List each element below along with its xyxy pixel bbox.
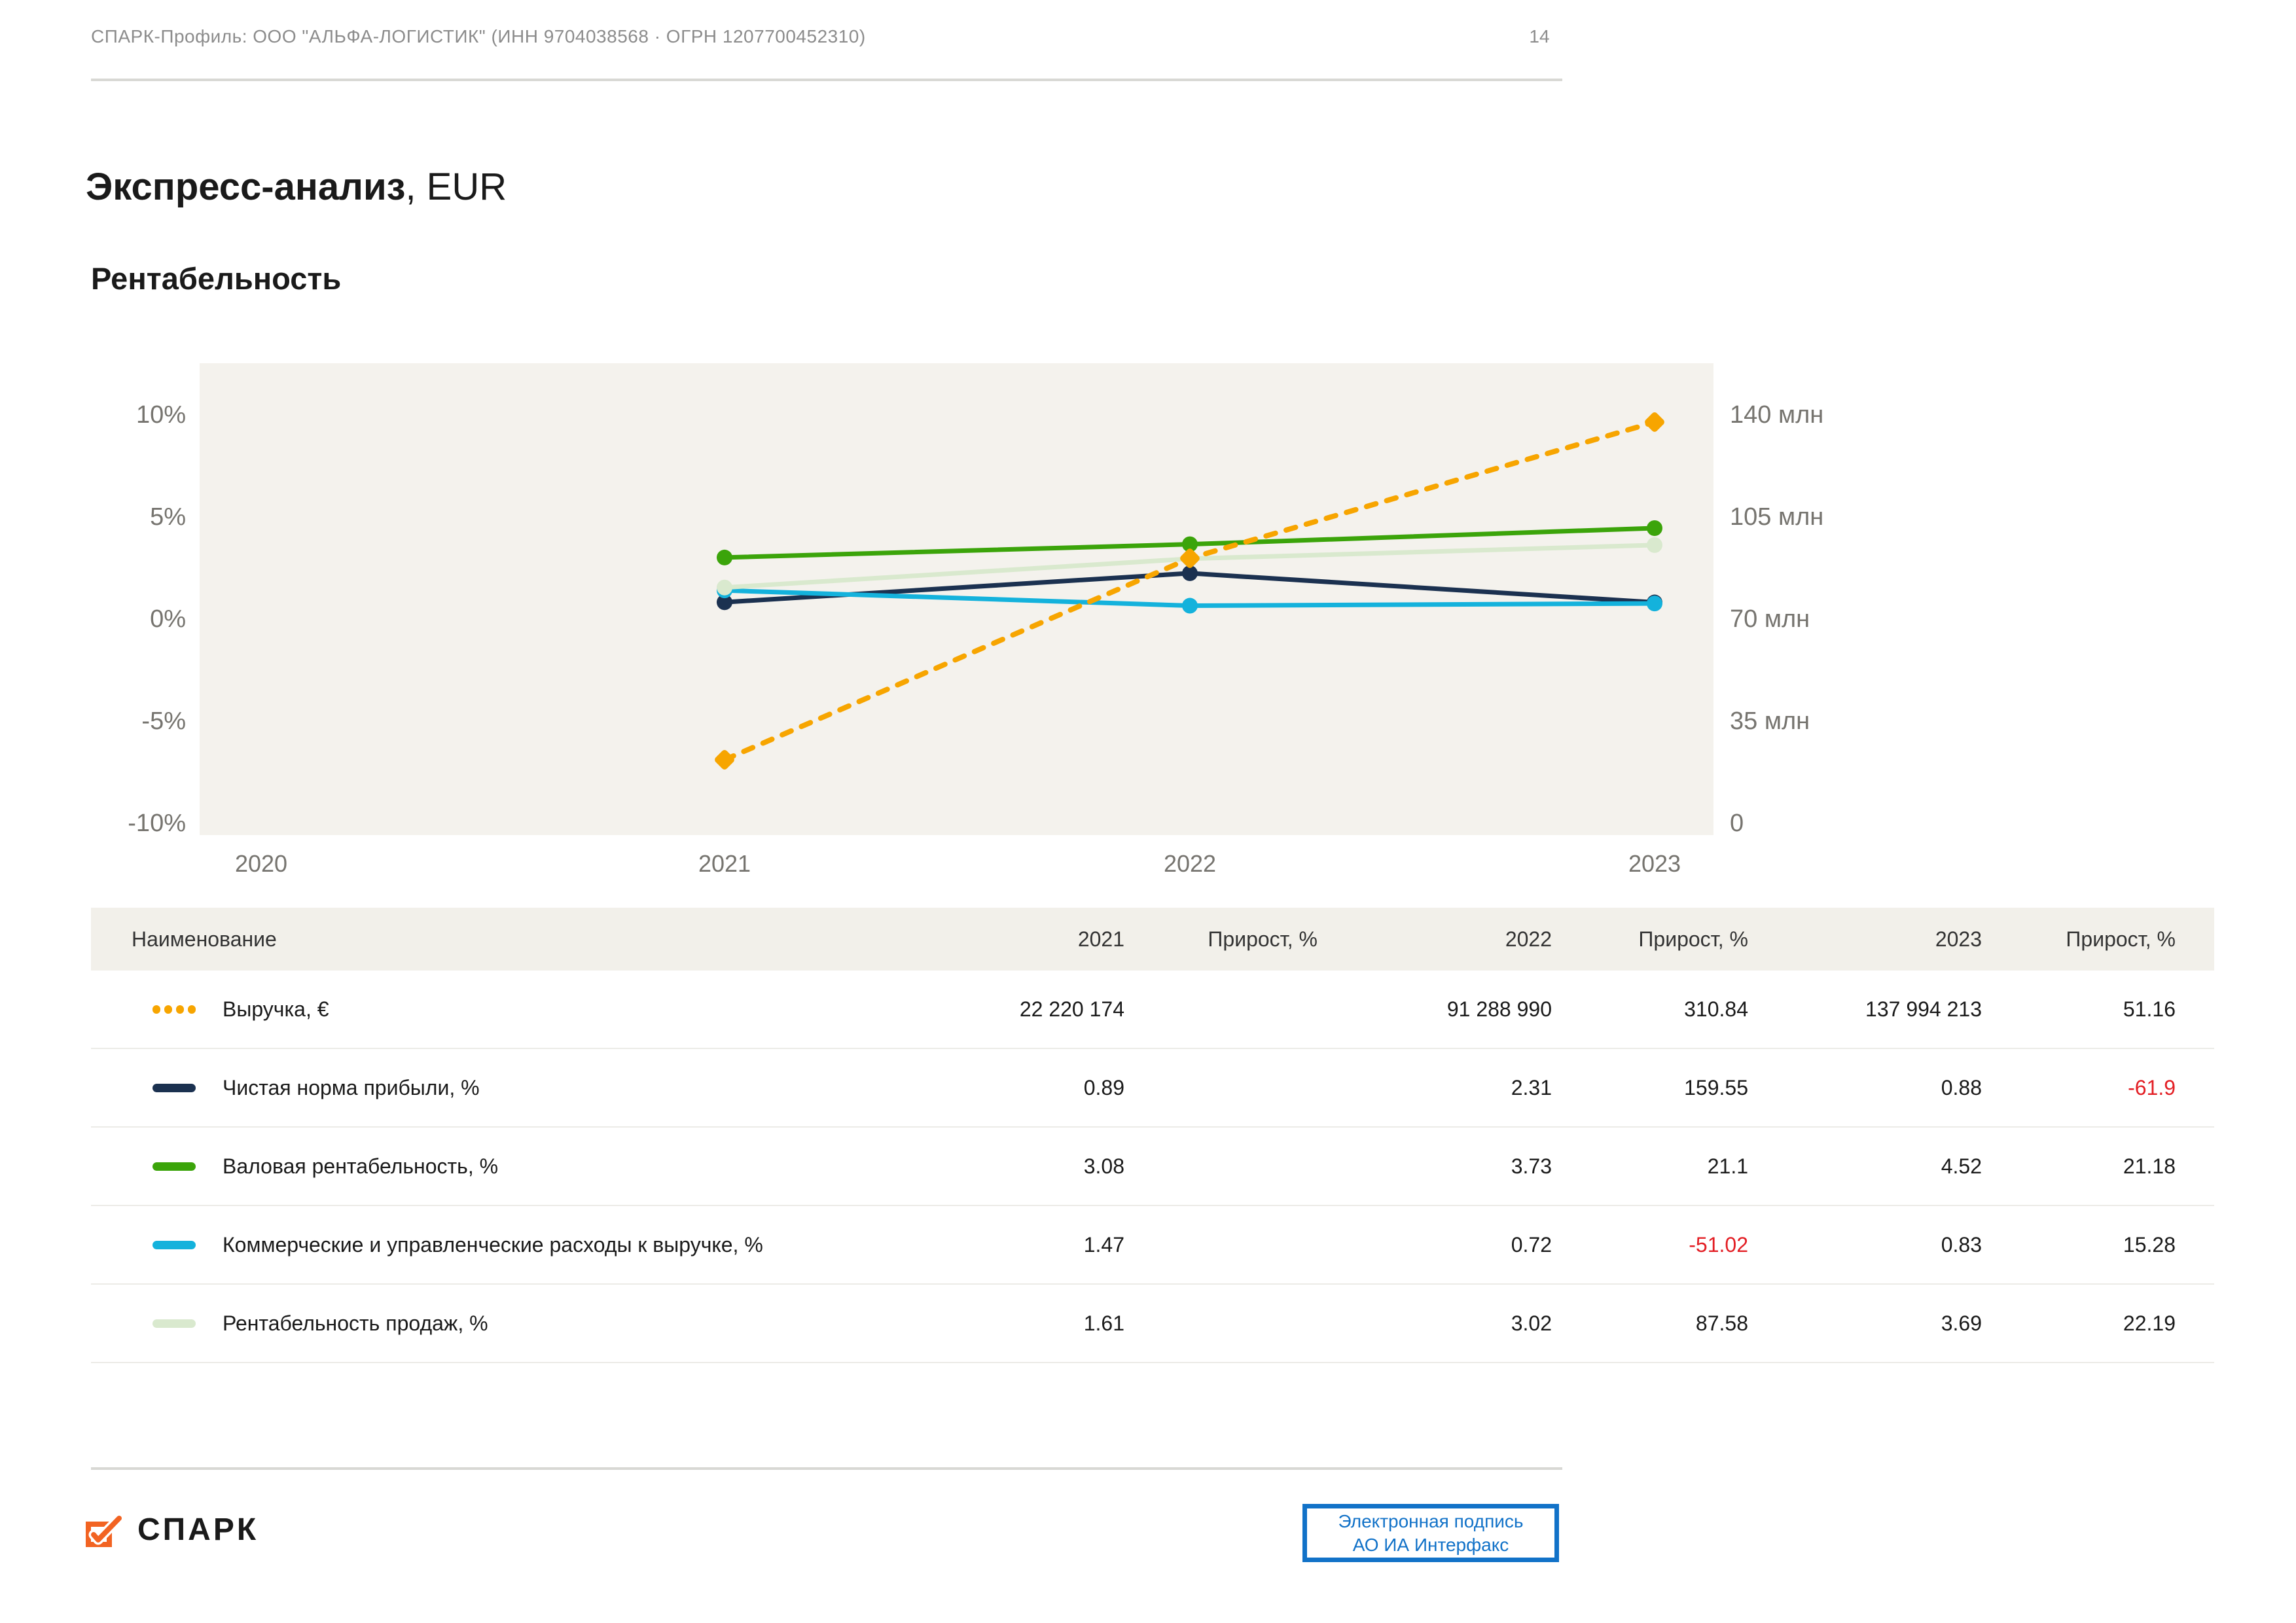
header-divider xyxy=(91,79,1562,81)
footer-divider xyxy=(91,1467,1562,1470)
metric-value: 21.1 xyxy=(1707,1154,1748,1178)
signature-line1: Электронная подпись xyxy=(1338,1510,1524,1531)
table-row: Чистая норма прибыли, % 0.89 2.31 159.55 0.8… xyxy=(91,1049,2214,1128)
spark-logo: СПАРК xyxy=(85,1514,259,1547)
metric-value: 0.88 xyxy=(1941,1075,1982,1099)
series-marker-2 xyxy=(1647,520,1662,536)
metric-value: 1.61 xyxy=(1083,1311,1124,1335)
x-axis-label: 2022 xyxy=(1164,850,1216,877)
metric-value: 137 994 213 xyxy=(1865,997,1982,1021)
metric-value: 2.31 xyxy=(1511,1075,1552,1099)
metric-value: -61.9 xyxy=(2128,1075,2176,1099)
left-axis-tick: 10% xyxy=(136,401,186,429)
metric-name-cell: Рентабельность продаж, % xyxy=(91,1311,909,1336)
page-title-main: Экспресс-анализ xyxy=(86,166,406,208)
series-marker-2 xyxy=(717,549,732,565)
metric-label: Выручка, € xyxy=(223,997,329,1021)
series-marker-3 xyxy=(1182,597,1198,614)
section-title: Рентабельность xyxy=(91,261,342,296)
column-header: 2023 xyxy=(1935,927,1982,951)
left-axis-tick: 5% xyxy=(150,503,186,531)
table-row: Валовая рентабельность, % 3.08 3.73 21.1 4.5… xyxy=(91,1128,2214,1206)
left-axis-tick: -5% xyxy=(141,707,186,735)
table-row: Рентабельность продаж, % 1.61 3.02 87.58 3.6… xyxy=(91,1285,2214,1363)
metric-label: Рентабельность продаж, % xyxy=(223,1311,488,1335)
column-header: Прирост, % xyxy=(1208,927,1318,951)
metric-value: -51.02 xyxy=(1689,1232,1748,1257)
metric-value: 21.18 xyxy=(2123,1154,2176,1178)
metrics-table: Наименование 2021 Прирост, % 2022 Прирост, %… xyxy=(91,908,2214,1363)
page-title: Экспресс-анализ, EUR xyxy=(86,165,507,209)
metric-label: Коммерческие и управленческие расходы к … xyxy=(223,1232,763,1257)
metric-value: 4.52 xyxy=(1941,1154,1982,1178)
x-axis-label: 2020 xyxy=(235,850,287,877)
page-title-currency: , EUR xyxy=(405,166,507,208)
x-axis-label: 2023 xyxy=(1628,850,1681,877)
page-number: 14 xyxy=(1529,26,1550,46)
document-page: СПАРК-Профиль: ООО "АЛЬФА-ЛОГИСТИК" (ИНН… xyxy=(0,0,2296,1623)
series-marker-4 xyxy=(1647,537,1662,553)
column-header: Наименование xyxy=(132,927,277,951)
metric-value: 1.47 xyxy=(1083,1232,1124,1257)
metric-value: 3.08 xyxy=(1083,1154,1124,1178)
metric-value: 15.28 xyxy=(2123,1232,2176,1257)
right-axis-tick: 70 млн xyxy=(1730,605,1810,633)
metric-name-cell: Коммерческие и управленческие расходы к … xyxy=(91,1233,909,1257)
right-axis-tick: 105 млн xyxy=(1730,503,1823,531)
metric-value: 22.19 xyxy=(2123,1311,2176,1335)
metric-value: 3.02 xyxy=(1511,1311,1552,1335)
column-header: 2022 xyxy=(1505,927,1552,951)
spark-logo-text: СПАРК xyxy=(137,1512,259,1547)
spark-logo-icon xyxy=(86,1514,124,1547)
column-header: 2021 xyxy=(1077,927,1124,951)
metric-label: Валовая рентабельность, % xyxy=(223,1154,499,1178)
right-axis-tick: 140 млн xyxy=(1730,401,1823,429)
profitability-line-chart: 10% 5% 0% -5% -10% 140 млн 105 млн 70 млн 35 млн… xyxy=(128,363,1823,877)
legend-swatch xyxy=(152,1005,196,1014)
column-header: Прирост, % xyxy=(2066,927,2176,951)
metric-value: 51.16 xyxy=(2123,997,2176,1021)
table-row: Коммерческие и управленческие расходы к … xyxy=(91,1206,2214,1285)
metric-value: 0.72 xyxy=(1511,1232,1552,1257)
legend-swatch xyxy=(152,1240,196,1249)
legend-swatch xyxy=(152,1319,196,1328)
metric-value: 3.69 xyxy=(1941,1311,1982,1335)
electronic-signature-stamp: Электронная подпись АО ИА Интерфакс xyxy=(1302,1504,1559,1562)
table-row: Выручка, € 22 220 174 91 288 990 310.84 137 … xyxy=(91,971,2214,1049)
left-axis-tick: 0% xyxy=(150,605,186,633)
right-axis-tick: 0 xyxy=(1730,810,1744,837)
series-marker-3 xyxy=(1647,596,1662,612)
metric-value: 91 288 990 xyxy=(1446,997,1552,1021)
left-axis-tick: -10% xyxy=(128,810,186,837)
metric-value: 0.83 xyxy=(1941,1232,1982,1257)
metric-label: Чистая норма прибыли, % xyxy=(223,1075,480,1099)
legend-swatch xyxy=(152,1083,196,1092)
metric-value: 22 220 174 xyxy=(1019,997,1124,1021)
table-header-row: Наименование 2021 Прирост, % 2022 Прирост, %… xyxy=(91,908,2214,971)
x-axis-label: 2021 xyxy=(698,850,751,877)
metric-value: 159.55 xyxy=(1684,1075,1748,1099)
series-marker-4 xyxy=(717,579,732,596)
metric-value: 87.58 xyxy=(1695,1311,1748,1335)
metric-value: 0.89 xyxy=(1083,1075,1124,1099)
metric-value: 3.73 xyxy=(1511,1154,1552,1178)
metric-name-cell: Чистая норма прибыли, % xyxy=(91,1076,909,1100)
metric-value: 310.84 xyxy=(1684,997,1748,1021)
metric-name-cell: Выручка, € xyxy=(91,997,909,1022)
right-axis-tick: 35 млн xyxy=(1730,707,1810,735)
document-header: СПАРК-Профиль: ООО "АЛЬФА-ЛОГИСТИК" (ИНН… xyxy=(91,26,866,46)
column-header: Прирост, % xyxy=(1638,927,1748,951)
signature-line2: АО ИА Интерфакс xyxy=(1352,1534,1509,1555)
metric-name-cell: Валовая рентабельность, % xyxy=(91,1154,909,1179)
legend-swatch xyxy=(152,1162,196,1171)
